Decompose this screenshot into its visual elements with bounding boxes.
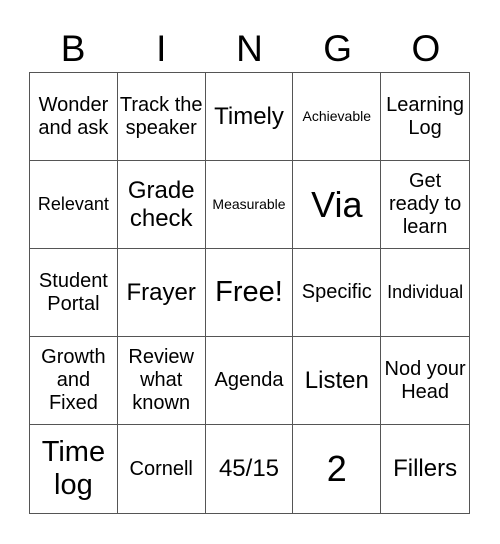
- cell-label: Learning Log: [386, 93, 465, 139]
- header-letter-g: G: [323, 28, 353, 69]
- bingo-cell[interactable]: 45/15: [206, 425, 294, 513]
- cell-label: Time log: [41, 435, 106, 501]
- bingo-cell[interactable]: Nod your Head: [381, 337, 469, 425]
- bingo-cell[interactable]: Timely: [205, 73, 294, 161]
- bingo-cell[interactable]: Fillers: [381, 425, 469, 513]
- bingo-cell[interactable]: Grade check: [117, 161, 206, 249]
- cell-label: Agenda: [214, 369, 284, 391]
- free-space-cell[interactable]: Free!: [205, 249, 294, 337]
- bingo-cell[interactable]: Growth and Fixed: [30, 337, 118, 425]
- bingo-cell[interactable]: Time log: [30, 425, 118, 513]
- bingo-cell[interactable]: Review what known: [117, 337, 206, 425]
- header-letter-b: B: [60, 28, 86, 69]
- bingo-cell[interactable]: Listen: [293, 337, 382, 425]
- cell-label: Grade check: [127, 176, 195, 232]
- bingo-cell[interactable]: Wonder and ask: [30, 73, 118, 161]
- cell-label: Track the speaker: [119, 93, 203, 139]
- cell-label: Cornell: [129, 457, 193, 480]
- cell-label: Growth and Fixed: [41, 346, 106, 414]
- bingo-cell[interactable]: Agenda: [205, 337, 294, 425]
- bingo-grid: Wonder and ask Track the speaker Timely Ach…: [29, 72, 470, 514]
- cell-label: Relevant: [37, 194, 109, 215]
- cell-label: Individual: [387, 282, 464, 303]
- bingo-cell[interactable]: 2: [293, 425, 382, 513]
- bingo-cell[interactable]: Cornell: [118, 425, 206, 513]
- bingo-cell[interactable]: Get ready to learn: [381, 161, 469, 249]
- cell-label: Fillers: [393, 455, 458, 483]
- header-letter-n: N: [236, 28, 263, 69]
- cell-label: Get ready to learn: [388, 170, 462, 238]
- bingo-cell[interactable]: Student Portal: [30, 249, 118, 337]
- cell-label: Achievable: [302, 108, 372, 125]
- cell-label: Nod your Head: [384, 357, 466, 403]
- cell-label: 45/15: [218, 455, 280, 483]
- bingo-cell[interactable]: Specific: [293, 249, 382, 337]
- bingo-cell[interactable]: Individual: [381, 249, 469, 337]
- bingo-cell[interactable]: Relevant: [30, 161, 118, 249]
- cell-label: Review what known: [128, 346, 194, 414]
- bingo-header: B I N G O: [29, 26, 470, 72]
- bingo-cell[interactable]: Track the speaker: [117, 73, 206, 161]
- bingo-cell[interactable]: Measurable: [205, 161, 294, 249]
- cell-label: Timely: [214, 102, 284, 130]
- header-letter-i: I: [156, 28, 167, 69]
- cell-label: Via: [311, 183, 363, 225]
- cell-label: 2: [326, 448, 347, 490]
- cell-label: Free!: [215, 275, 283, 308]
- cell-label: Specific: [301, 281, 372, 303]
- cell-label: Frayer: [126, 278, 196, 306]
- header-letter-o: O: [411, 28, 441, 69]
- bingo-cell[interactable]: Learning Log: [381, 73, 469, 161]
- bingo-cell[interactable]: Frayer: [117, 249, 206, 337]
- bingo-cell[interactable]: Achievable: [293, 73, 382, 161]
- bingo-cell[interactable]: Via: [293, 161, 382, 249]
- cell-label: Student Portal: [38, 269, 108, 315]
- cell-label: Measurable: [212, 196, 286, 213]
- cell-label: Wonder and ask: [38, 93, 109, 139]
- cell-label: Listen: [304, 366, 369, 394]
